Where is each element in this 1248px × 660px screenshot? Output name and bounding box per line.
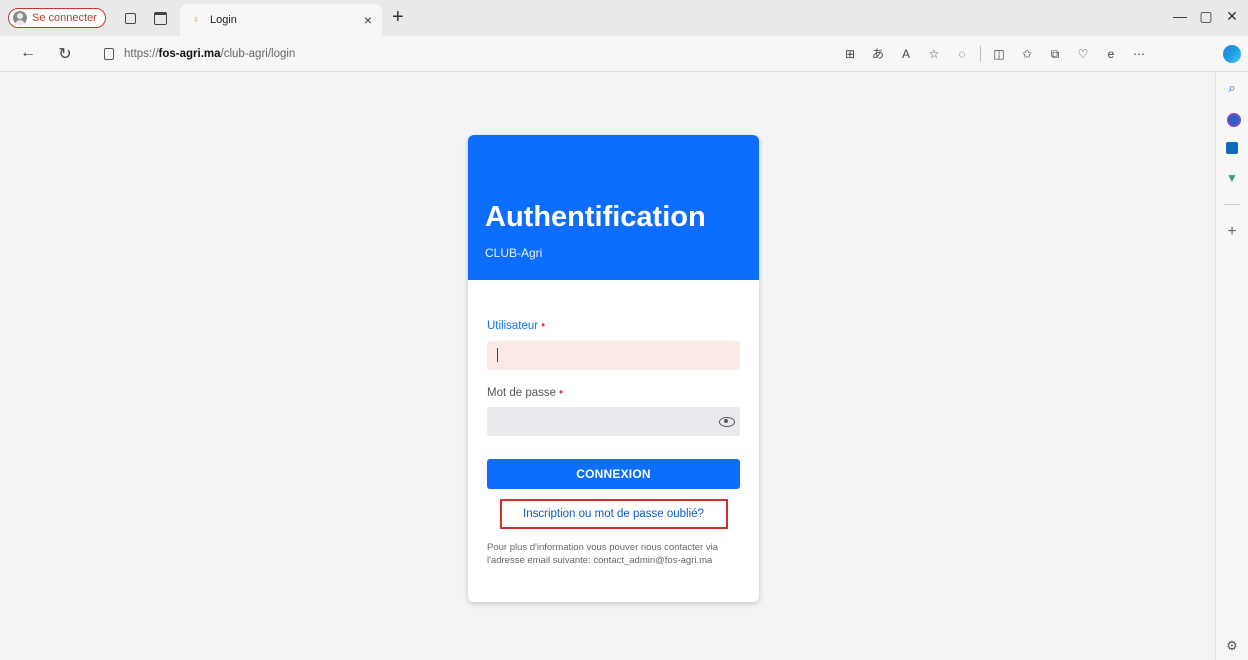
profile-button[interactable]: Se connecter — [8, 8, 106, 28]
workspaces-icon[interactable] — [122, 10, 138, 26]
translate-icon[interactable]: あ — [864, 46, 892, 62]
edge-sidebar: ⌕ ▼ + ⚙ — [1215, 72, 1248, 660]
tab-title: Login — [210, 14, 237, 26]
extension-icon[interactable]: ◌ — [948, 46, 976, 62]
avatar-icon — [13, 11, 27, 25]
reload-icon[interactable]: ↻ — [55, 44, 75, 64]
login-button[interactable]: CONNEXION — [487, 459, 740, 489]
login-card: Authentification CLUB-Agri Utilisateur • … — [468, 135, 759, 602]
performance-icon[interactable]: ♡ — [1069, 46, 1097, 62]
maximize-button[interactable]: ▢ — [1196, 8, 1216, 25]
login-form: Utilisateur • Mot de passe • CONNEXION Ins… — [468, 280, 759, 567]
favorite-star-icon[interactable]: ☆ — [920, 46, 948, 62]
app-grid-icon[interactable]: ⊞ — [836, 46, 864, 62]
copilot-icon[interactable] — [1223, 45, 1241, 63]
password-label: Mot de passe • — [487, 387, 564, 399]
close-window-button[interactable]: ✕ — [1222, 8, 1242, 25]
page-content: Authentification CLUB-Agri Utilisateur • … — [0, 72, 1215, 660]
page-favicon-icon: ♀ — [191, 14, 201, 26]
username-label: Utilisateur • — [487, 320, 546, 332]
gear-icon[interactable]: ⚙ — [1224, 638, 1240, 654]
page-title: Authentification — [485, 201, 706, 233]
url-field[interactable]: https://fos-agri.ma/club-agri/login — [96, 41, 956, 66]
favorites-icon[interactable]: ✩ — [1013, 46, 1041, 62]
split-screen-icon[interactable]: ◫ — [985, 46, 1013, 62]
tab-strip: Se connecter ♀ Login × + — ▢ ✕ — [0, 0, 1248, 36]
site-info-icon[interactable] — [104, 47, 114, 60]
page-subtitle: CLUB-Agri — [485, 246, 543, 260]
eye-icon[interactable] — [718, 414, 735, 428]
ie-mode-icon[interactable]: e — [1097, 46, 1125, 62]
password-input[interactable] — [487, 407, 740, 436]
add-icon[interactable]: + — [1224, 224, 1240, 240]
new-tab-button[interactable]: + — [392, 6, 404, 29]
url-text: https://fos-agri.ma/club-agri/login — [124, 47, 296, 60]
collections-icon[interactable]: ⧉ — [1041, 46, 1069, 62]
outlook-icon[interactable] — [1224, 140, 1240, 156]
contact-info-text: Pour plus d'information vous pouver nous… — [487, 542, 718, 566]
sidebar-divider — [1224, 204, 1240, 205]
more-options-icon[interactable]: ⋯ — [1125, 46, 1153, 62]
username-input[interactable] — [487, 341, 740, 370]
read-aloud-icon[interactable]: A — [892, 46, 920, 62]
copilot-sidebar-icon[interactable] — [1224, 110, 1241, 127]
profile-label: Se connecter — [32, 12, 97, 24]
minimize-button[interactable]: — — [1170, 8, 1190, 24]
search-icon[interactable]: ⌕ — [1224, 80, 1240, 96]
card-header: Authentification CLUB-Agri — [468, 135, 759, 280]
tab-login[interactable]: ♀ Login × — [180, 4, 382, 36]
tab-actions-icon[interactable] — [152, 10, 168, 26]
address-bar-row: ← ↻ https://fos-agri.ma/club-agri/login … — [0, 36, 1248, 72]
toolbar-divider — [980, 46, 981, 62]
register-forgot-link[interactable]: Inscription ou mot de passe oublié? — [499, 499, 728, 529]
back-arrow-icon[interactable]: ← — [18, 44, 38, 62]
tab-close-icon[interactable]: × — [364, 12, 372, 28]
shopping-icon[interactable]: ▼ — [1224, 170, 1240, 186]
toolbar-icons: ⊞ あ A ☆ ◌ ◫ ✩ ⧉ ♡ e ⋯ — [836, 46, 1153, 62]
